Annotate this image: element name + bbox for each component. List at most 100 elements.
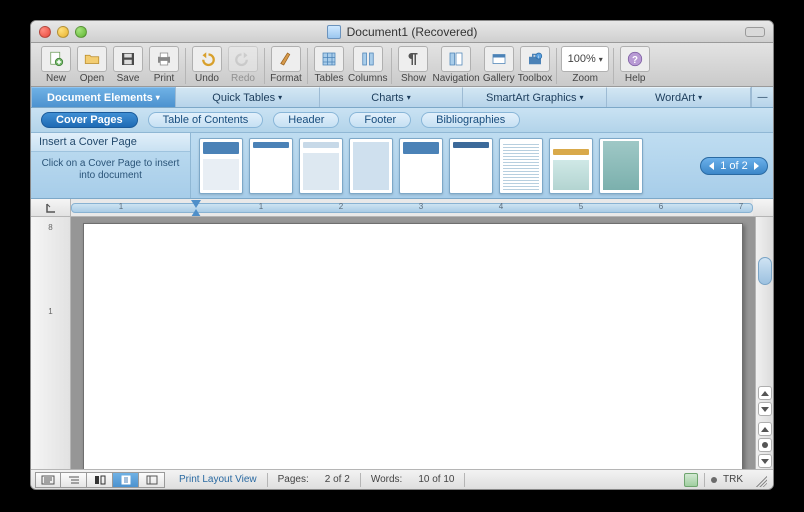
print-button[interactable]: Print <box>147 46 181 84</box>
cover-page-gallery: Insert a Cover Page Click on a Cover Pag… <box>31 133 773 199</box>
view-publishing-button[interactable] <box>87 472 113 488</box>
gallery-pager: 1 of 2 <box>700 157 768 175</box>
trk-label: TRK <box>723 474 743 485</box>
show-button[interactable]: Show <box>396 46 430 84</box>
table-icon <box>320 50 338 68</box>
prev-page-button[interactable] <box>758 422 772 436</box>
vertical-scrollbar[interactable] <box>755 217 773 469</box>
pill-bibliographies[interactable]: Bibliographies <box>421 112 520 128</box>
undo-icon <box>198 50 216 68</box>
gallery-icon <box>490 50 508 68</box>
status-divider <box>464 473 465 487</box>
toolbar: New Open Save Print Undo Redo Format Tab… <box>31 43 773 87</box>
tab-stop-selector[interactable] <box>31 199 71 216</box>
tab-charts[interactable]: Charts▾ <box>320 87 464 107</box>
document-page[interactable] <box>83 223 743 469</box>
status-divider <box>704 473 705 487</box>
scroll-down-button[interactable] <box>758 402 772 416</box>
new-button[interactable]: New <box>39 46 73 84</box>
pill-footer[interactable]: Footer <box>349 112 411 128</box>
save-button[interactable]: Save <box>111 46 145 84</box>
ribbon-tabs: Document Elements▾ Quick Tables▾ Charts▾… <box>31 87 773 108</box>
status-words[interactable]: Words:10 of 10 <box>361 474 465 485</box>
toolbar-divider <box>307 48 308 84</box>
columns-button[interactable]: Columns <box>348 46 387 84</box>
cover-page-thumb[interactable] <box>399 138 443 194</box>
redo-button[interactable]: Redo <box>226 46 260 84</box>
window-title: Document1 (Recovered) <box>347 25 478 39</box>
redo-icon <box>234 50 252 68</box>
cover-page-thumb[interactable] <box>299 138 343 194</box>
view-draft-button[interactable] <box>35 472 61 488</box>
document-proxy-icon[interactable] <box>327 25 341 39</box>
scroll-thumb[interactable] <box>758 257 772 285</box>
pill-table-of-contents[interactable]: Table of Contents <box>148 112 264 128</box>
window-resize-grip[interactable] <box>753 473 767 487</box>
status-pages[interactable]: Pages:2 of 2 <box>268 474 360 485</box>
view-outline-button[interactable] <box>61 472 87 488</box>
view-name-label: Print Layout View <box>169 474 267 485</box>
pager-prev-button[interactable] <box>709 162 714 170</box>
floppy-icon <box>119 50 137 68</box>
gallery-heading: Insert a Cover Page <box>31 133 190 152</box>
pager-label: 1 of 2 <box>720 160 748 172</box>
toolbar-divider <box>391 48 392 84</box>
browse-object-button[interactable] <box>758 438 772 452</box>
toolbox-icon: i <box>526 50 544 68</box>
columns-icon <box>359 50 377 68</box>
open-button[interactable]: Open <box>75 46 109 84</box>
cover-page-thumb[interactable] <box>449 138 493 194</box>
chevron-down-icon: ▾ <box>698 93 702 102</box>
cover-page-thumb[interactable] <box>499 138 543 194</box>
status-bar: Print Layout View Pages:2 of 2 Words:10 … <box>31 469 773 489</box>
document-area: 8 1 <box>31 217 773 469</box>
tab-wordart[interactable]: WordArt▾ <box>607 87 751 107</box>
navigation-icon <box>447 50 465 68</box>
view-notebook-button[interactable] <box>139 472 165 488</box>
chevron-down-icon: ▾ <box>156 93 160 102</box>
chevron-down-icon: ▾ <box>599 55 603 64</box>
scroll-up-button[interactable] <box>758 386 772 400</box>
help-icon: ? <box>626 50 644 68</box>
undo-button[interactable]: Undo <box>190 46 224 84</box>
toolbar-divider <box>613 48 614 84</box>
view-print-layout-button[interactable] <box>113 472 139 488</box>
svg-text:?: ? <box>632 55 638 66</box>
cover-page-thumb[interactable] <box>599 138 643 194</box>
chevron-down-icon: ▾ <box>278 93 282 102</box>
new-doc-icon <box>47 50 65 68</box>
gallery-button[interactable]: Gallery <box>482 46 516 84</box>
svg-text:i: i <box>538 54 539 59</box>
gallery-description: Click on a Cover Page to insert into doc… <box>31 152 190 188</box>
spell-check-status-icon[interactable] <box>684 473 698 487</box>
toolbar-divider <box>556 48 557 84</box>
cover-page-thumb[interactable] <box>199 138 243 194</box>
navigation-button[interactable]: Navigation <box>432 46 479 84</box>
chevron-down-icon: ▾ <box>580 93 584 102</box>
cover-page-thumb[interactable] <box>249 138 293 194</box>
tab-quick-tables[interactable]: Quick Tables▾ <box>176 87 320 107</box>
paintbrush-icon <box>277 50 295 68</box>
folder-open-icon <box>83 50 101 68</box>
vertical-ruler[interactable]: 8 1 <box>31 217 71 469</box>
cover-page-thumb[interactable] <box>549 138 593 194</box>
elements-subnav: Cover Pages Table of Contents Header Foo… <box>31 108 773 133</box>
toolbox-button[interactable]: iToolbox <box>518 46 552 84</box>
zoom-combo[interactable]: 100%▾Zoom <box>561 46 609 84</box>
format-button[interactable]: Format <box>269 46 303 84</box>
pager-next-button[interactable] <box>754 162 759 170</box>
tables-button[interactable]: Tables <box>312 46 346 84</box>
help-button[interactable]: ?Help <box>618 46 652 84</box>
pill-header[interactable]: Header <box>273 112 339 128</box>
next-page-button[interactable] <box>758 454 772 468</box>
cover-page-thumb[interactable] <box>349 138 393 194</box>
toolbar-divider <box>264 48 265 84</box>
titlebar: Document1 (Recovered) <box>31 21 773 43</box>
horizontal-ruler[interactable]: 1 1 2 3 4 5 6 7 <box>31 199 773 217</box>
tab-document-elements[interactable]: Document Elements▾ <box>31 87 176 107</box>
track-changes-indicator-icon[interactable] <box>711 477 717 483</box>
tab-smartart-graphics[interactable]: SmartArt Graphics▾ <box>463 87 607 107</box>
ribbon-minimize-button[interactable]: — <box>751 87 773 107</box>
pill-cover-pages[interactable]: Cover Pages <box>41 112 138 128</box>
printer-icon <box>155 50 173 68</box>
